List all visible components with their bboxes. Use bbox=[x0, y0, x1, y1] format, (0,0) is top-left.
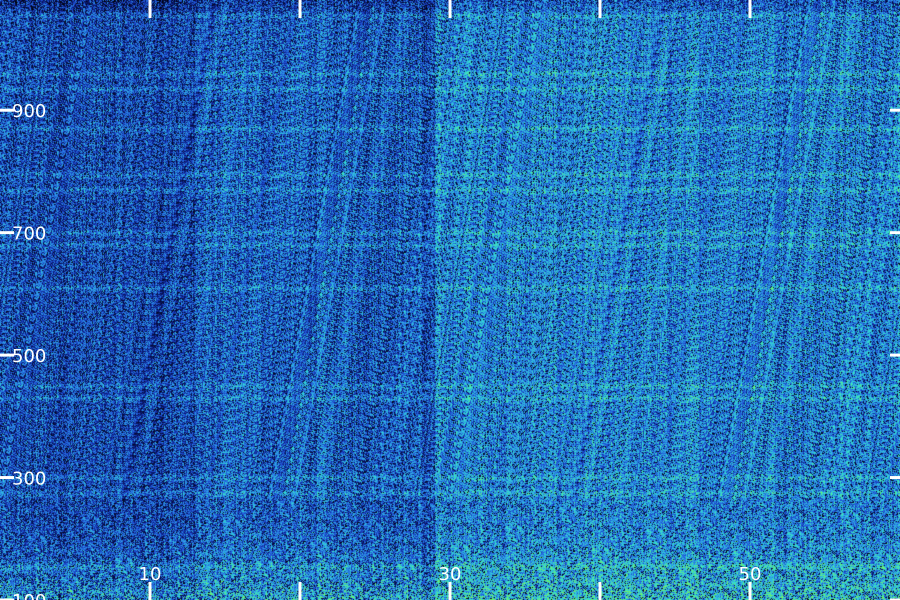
x-tick-label-30: 30 bbox=[439, 564, 462, 585]
y-tick-label-300: 300 bbox=[12, 469, 46, 490]
x-tick-label-50: 50 bbox=[739, 564, 762, 585]
x-tick-label-10: 10 bbox=[139, 564, 162, 585]
y-tick-label-900: 900 bbox=[12, 101, 46, 122]
y-tick-label-100: 100 bbox=[12, 591, 46, 600]
y-tick-label-700: 700 bbox=[12, 224, 46, 245]
axes-overlay: 100 300 500 700 900 10 30 50 bbox=[0, 0, 900, 600]
y-tick-label-500: 500 bbox=[12, 346, 46, 367]
